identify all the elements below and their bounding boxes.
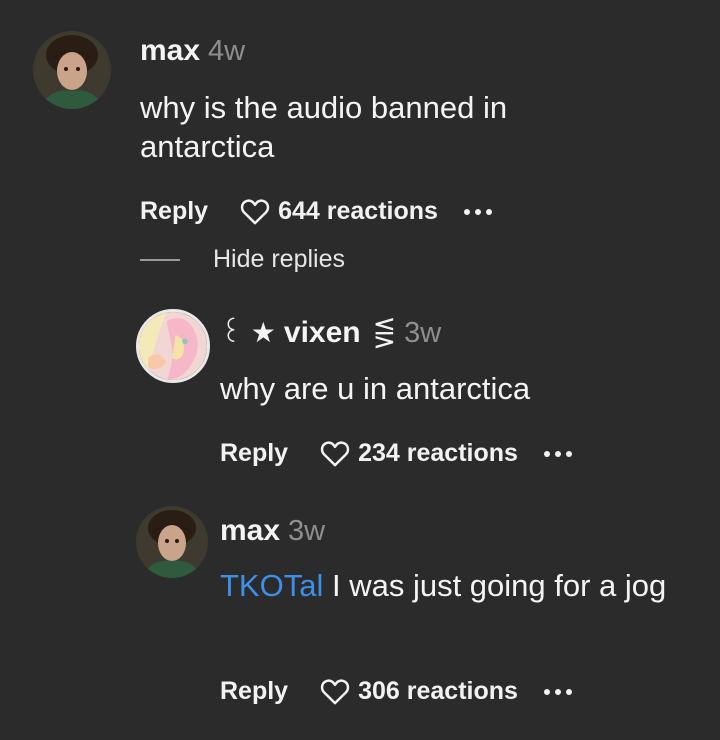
comment-actions: Reply 644 reactions [140, 197, 497, 226]
comment-body: I was just going for a jog [323, 568, 667, 603]
divider [140, 258, 180, 261]
avatar[interactable] [33, 31, 111, 109]
reply-button[interactable]: Reply [220, 439, 288, 468]
timestamp: 3w [404, 317, 442, 349]
reply-button[interactable]: Reply [140, 197, 208, 226]
react-button[interactable]: 644 reactions [240, 197, 438, 226]
comment-text: TKOTal I was just going for a jog [220, 566, 690, 605]
comment-header: max 4w [140, 34, 245, 68]
reaction-count: 306 reactions [358, 677, 518, 705]
heart-icon [240, 199, 270, 225]
more-options-icon[interactable] [543, 450, 577, 457]
comment-text: why is the audio banned in antarctica [140, 90, 508, 164]
username[interactable]: max [140, 34, 200, 68]
username[interactable]: vixen [284, 316, 361, 350]
avatar-image [139, 312, 207, 380]
comment-text: why are u in antarctica [220, 371, 531, 406]
reaction-count: 644 reactions [278, 197, 438, 225]
username-decoration: ꒰ ★ [220, 316, 276, 349]
comment-actions: Reply 306 reactions [220, 677, 577, 706]
reaction-count: 234 reactions [358, 439, 518, 467]
reply-button[interactable]: Reply [220, 677, 288, 706]
more-options-icon[interactable] [543, 688, 577, 695]
timestamp: 3w [288, 515, 326, 547]
more-options-icon[interactable] [463, 208, 497, 215]
heart-icon [320, 679, 350, 705]
comment-thread: max 4w why is the audio banned in antarc… [0, 0, 720, 740]
avatar[interactable] [136, 506, 208, 578]
user-mention-link[interactable]: TKOTal [220, 568, 323, 603]
avatar[interactable] [136, 309, 210, 383]
react-button[interactable]: 234 reactions [320, 439, 518, 468]
comment-actions: Reply 234 reactions [220, 439, 577, 468]
timestamp: 4w [208, 35, 246, 67]
avatar-image [33, 31, 111, 109]
username[interactable]: max [220, 514, 280, 548]
hide-replies-button[interactable]: Hide replies [140, 245, 345, 274]
comment-header: ꒰ ★ vixen ⋚ 3w [220, 312, 441, 350]
react-button[interactable]: 306 reactions [320, 677, 518, 706]
comment-header: max 3w [220, 514, 325, 548]
username-decoration: ⋚ [372, 316, 397, 349]
hide-replies-label: Hide replies [213, 245, 346, 273]
heart-icon [320, 441, 350, 467]
avatar-image [136, 506, 208, 578]
